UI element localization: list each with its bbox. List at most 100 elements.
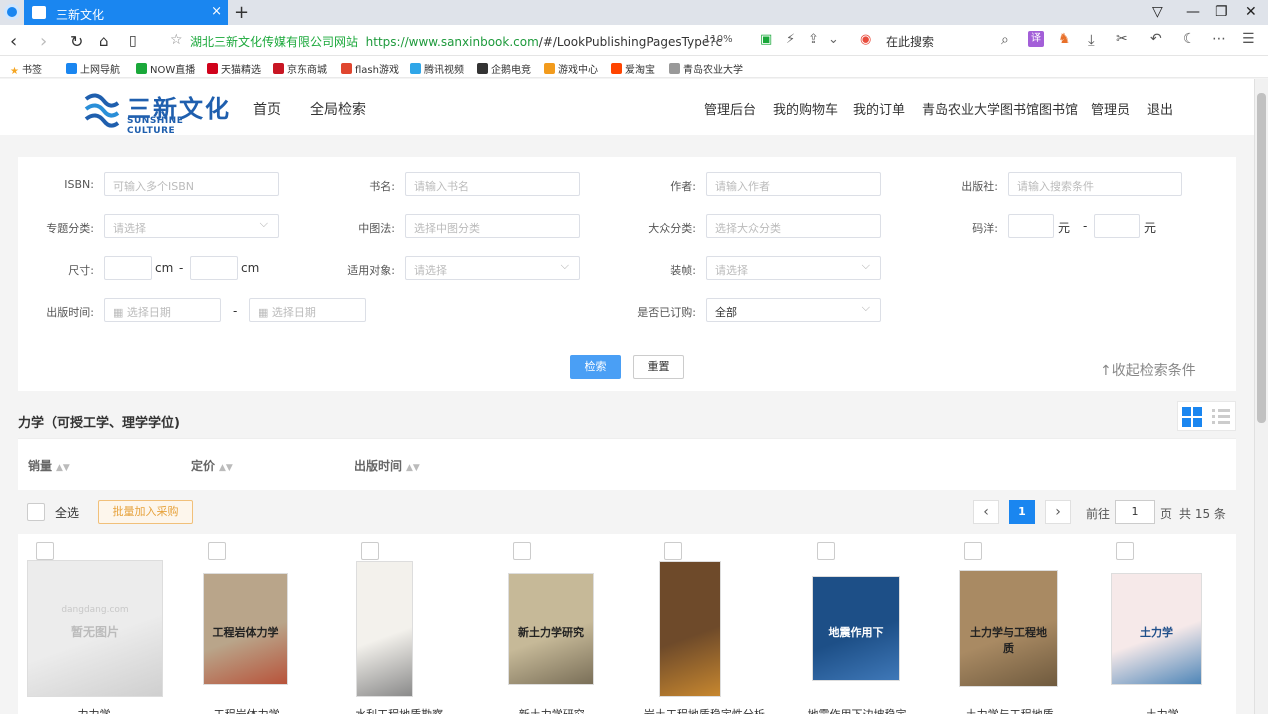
flash-icon[interactable]: ⚡: [786, 32, 795, 47]
bookmark-item[interactable]: flash游戏: [341, 61, 399, 76]
nav-admin[interactable]: 管理后台: [704, 99, 756, 118]
author-input[interactable]: 请输入作者: [706, 172, 881, 196]
reload-icon[interactable]: ↻: [70, 32, 83, 51]
book-card[interactable]: 地震作用下地震作用下边坡稳定: [781, 534, 933, 714]
book-cover-image[interactable]: 工程岩体力学: [202, 572, 288, 685]
game-icon[interactable]: ♞: [1058, 31, 1071, 47]
reading-mode-icon[interactable]: ▣: [760, 32, 772, 47]
nav-logout[interactable]: 退出: [1147, 99, 1173, 118]
clc-select[interactable]: 选择中图分类: [405, 214, 580, 238]
book-checkbox[interactable]: [36, 542, 54, 560]
bookmark-item[interactable]: ★ 书签: [10, 61, 42, 77]
close-window-icon[interactable]: ✕: [1245, 4, 1257, 20]
book-cover-image[interactable]: [355, 560, 413, 697]
scrollbar-thumb[interactable]: [1257, 93, 1266, 423]
url-field[interactable]: 湖北三新文化传媒有限公司网站 https://www.sanxinbook.co…: [190, 33, 722, 50]
price-max-input[interactable]: [1094, 214, 1140, 238]
skin-icon[interactable]: ▽: [1152, 4, 1163, 20]
undo-icon[interactable]: ↶: [1150, 31, 1162, 47]
book-checkbox[interactable]: [360, 542, 379, 560]
nav-global-search[interactable]: 全局检索: [310, 99, 366, 119]
translate-icon[interactable]: 译: [1028, 31, 1044, 47]
bookmark-item[interactable]: 青岛农业大学: [669, 61, 743, 76]
publisher-input[interactable]: 请输入搜索条件: [1008, 172, 1182, 196]
sort-price[interactable]: 定价 ▲▼: [191, 457, 233, 474]
bookmark-item[interactable]: 天猫精选: [207, 61, 261, 76]
bookmark-item[interactable]: 爱淘宝: [611, 61, 655, 76]
audience-select[interactable]: 请选择 ⌵: [405, 256, 580, 280]
book-cover-image[interactable]: 地震作用下: [812, 576, 900, 681]
isbn-input[interactable]: 可输入多个ISBN: [104, 172, 279, 196]
reader-icon[interactable]: ▯: [129, 33, 137, 49]
prev-page-button[interactable]: ‹: [973, 500, 999, 524]
book-title[interactable]: 水利工程地质勘察: [323, 706, 475, 714]
book-title[interactable]: 土力学与工程地质: [934, 706, 1086, 714]
more-icon[interactable]: ⋯: [1212, 31, 1226, 47]
browser-search-input[interactable]: 在此搜索: [886, 33, 934, 50]
bookmark-item[interactable]: 京东商城: [273, 61, 327, 76]
book-title[interactable]: 土力学: [1086, 706, 1238, 714]
book-card[interactable]: 工程岩体力学工程岩体力学: [171, 534, 323, 714]
book-checkbox[interactable]: [963, 542, 982, 560]
page-1-button[interactable]: 1: [1009, 500, 1035, 524]
browser-logo-icon[interactable]: [4, 4, 20, 20]
menu-icon[interactable]: ☰: [1242, 31, 1255, 47]
browser-tab[interactable]: 三新文化 ×: [24, 0, 228, 25]
sort-pub-date[interactable]: 出版时间 ▲▼: [354, 457, 420, 474]
book-title[interactable]: 岩土工程地质稳定性分析: [628, 706, 780, 714]
site-logo[interactable]: 三新文化 SUNSHINE CULTURE: [82, 89, 232, 136]
back-icon[interactable]: ‹: [10, 31, 17, 52]
nav-user[interactable]: 管理员: [1091, 99, 1130, 118]
search-icon[interactable]: ⌕: [1001, 32, 1009, 48]
book-card[interactable]: 新土力学研究新土力学研究: [476, 534, 628, 714]
nav-home[interactable]: 首页: [253, 99, 281, 119]
book-cover-image[interactable]: 土力学: [1110, 572, 1202, 685]
book-checkbox[interactable]: [512, 542, 531, 560]
book-checkbox[interactable]: [817, 542, 835, 560]
search-button[interactable]: 检索: [570, 355, 621, 379]
book-card[interactable]: 土力学土力学: [1086, 534, 1238, 714]
minimize-icon[interactable]: —: [1186, 4, 1200, 20]
share-icon[interactable]: ⇪: [808, 32, 819, 47]
book-card[interactable]: 暂无图片 dangdang.com 力力学: [18, 534, 170, 714]
screenshot-icon[interactable]: ✂: [1116, 31, 1128, 47]
collapse-search-button[interactable]: ↑收起检索条件: [1100, 360, 1196, 380]
size-max-input[interactable]: [190, 256, 238, 280]
new-tab-button[interactable]: +: [234, 2, 249, 23]
list-view-icon[interactable]: [1212, 408, 1230, 426]
nav-cart[interactable]: 我的购物车: [773, 99, 838, 118]
nav-library[interactable]: 青岛农业大学图书馆图书馆: [922, 99, 1078, 118]
binding-select[interactable]: 请选择 ⌵: [706, 256, 881, 280]
batch-add-button[interactable]: 批量加入采购: [98, 500, 193, 524]
reset-button[interactable]: 重置: [633, 355, 684, 379]
grid-view-icon[interactable]: [1182, 407, 1202, 427]
size-min-input[interactable]: [104, 256, 152, 280]
dropdown-icon[interactable]: ⌄: [828, 32, 839, 47]
book-checkbox[interactable]: [663, 542, 682, 560]
next-page-button[interactable]: ›: [1045, 500, 1071, 524]
book-title[interactable]: 力力学: [18, 706, 170, 714]
book-card[interactable]: 土力学与工程地质土力学与工程地质: [934, 534, 1086, 714]
date-end-input[interactable]: ▦ 选择日期: [249, 298, 366, 322]
home-icon[interactable]: ⌂: [99, 32, 109, 50]
bookmark-item[interactable]: NOW直播: [136, 61, 195, 76]
book-card[interactable]: 水利工程地质勘察: [323, 534, 475, 714]
maximize-icon[interactable]: ❐: [1215, 4, 1228, 20]
book-title[interactable]: 地震作用下边坡稳定: [781, 706, 933, 714]
nav-orders[interactable]: 我的订单: [853, 99, 905, 118]
sort-sales[interactable]: 销量 ▲▼: [28, 457, 70, 474]
search-engine-icon[interactable]: ◉: [860, 32, 871, 47]
bookmark-item[interactable]: 企鹅电竞: [477, 61, 531, 76]
bookmark-item[interactable]: 游戏中心: [544, 61, 598, 76]
zoom-level[interactable]: 110%: [704, 34, 733, 45]
select-all-label[interactable]: 全选: [55, 504, 79, 521]
scrollbar[interactable]: [1254, 79, 1268, 714]
topic-select[interactable]: 请选择 ⌵: [104, 214, 279, 238]
book-cover-image[interactable]: 土力学与工程地质: [958, 570, 1058, 687]
ordered-select[interactable]: 全部 ⌵: [706, 298, 881, 322]
popular-select[interactable]: 选择大众分类: [706, 214, 881, 238]
book-checkbox[interactable]: [207, 542, 226, 560]
book-cover-image[interactable]: [658, 560, 721, 697]
favorite-star-icon[interactable]: ☆: [170, 32, 183, 48]
date-start-input[interactable]: ▦ 选择日期: [104, 298, 221, 322]
